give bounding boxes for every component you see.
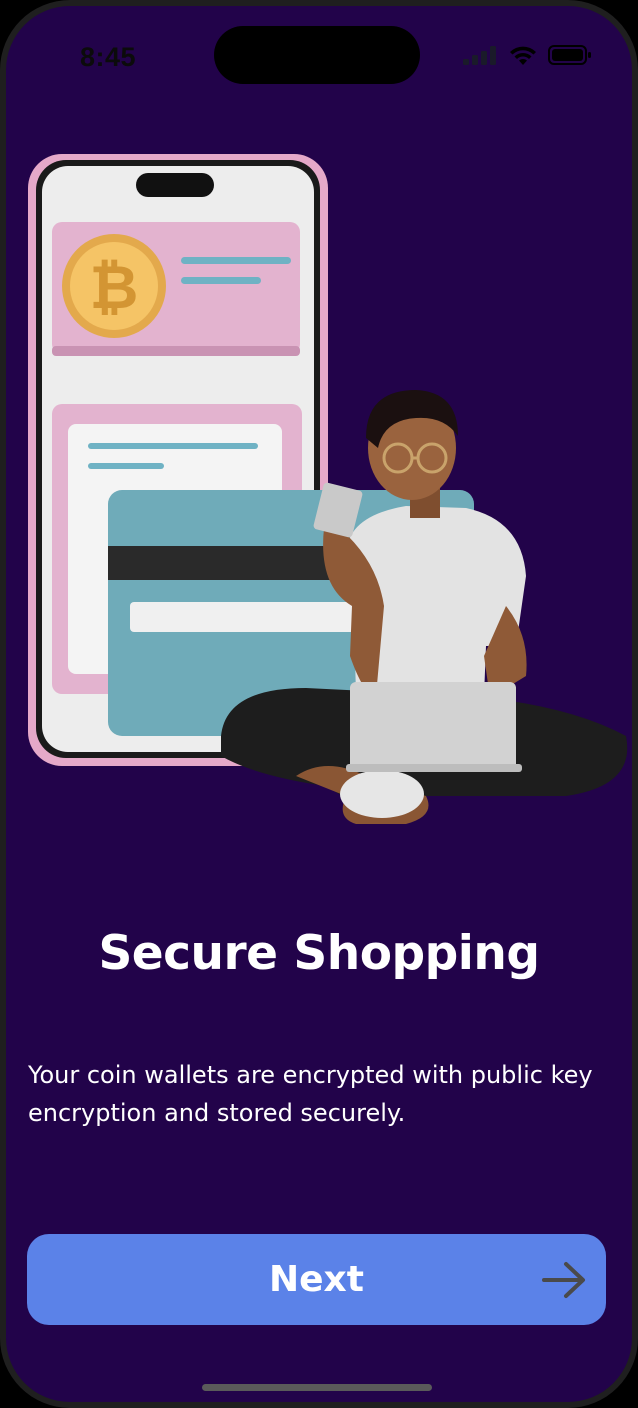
page-title: Secure Shopping bbox=[98, 926, 540, 981]
next-button-label: Next bbox=[269, 1259, 364, 1300]
onboarding-illustration: ₿ bbox=[28, 154, 628, 824]
page-description: Your coin wallets are encrypted with pub… bbox=[28, 1061, 593, 1127]
bitcoin-card: ₿ bbox=[52, 222, 300, 356]
device-frame: 8:45 ₿ Secure Shopping Your coin wallets… bbox=[0, 0, 638, 1408]
svg-text:₿: ₿ bbox=[90, 253, 139, 323]
battery-icon bbox=[548, 45, 591, 65]
next-button[interactable]: Next bbox=[27, 1234, 606, 1325]
status-icons bbox=[462, 40, 592, 70]
onboarding-screen: 8:45 ₿ Secure Shopping Your coin wallets… bbox=[6, 6, 632, 1402]
bitcoin-coin-icon: ₿ bbox=[62, 234, 166, 338]
signal-icon bbox=[463, 46, 496, 65]
arrow-right-icon bbox=[542, 1262, 585, 1298]
dynamic-island bbox=[214, 26, 420, 84]
status-time: 8:45 bbox=[80, 42, 137, 72]
home-indicator[interactable] bbox=[202, 1384, 432, 1391]
wifi-icon bbox=[510, 46, 536, 65]
